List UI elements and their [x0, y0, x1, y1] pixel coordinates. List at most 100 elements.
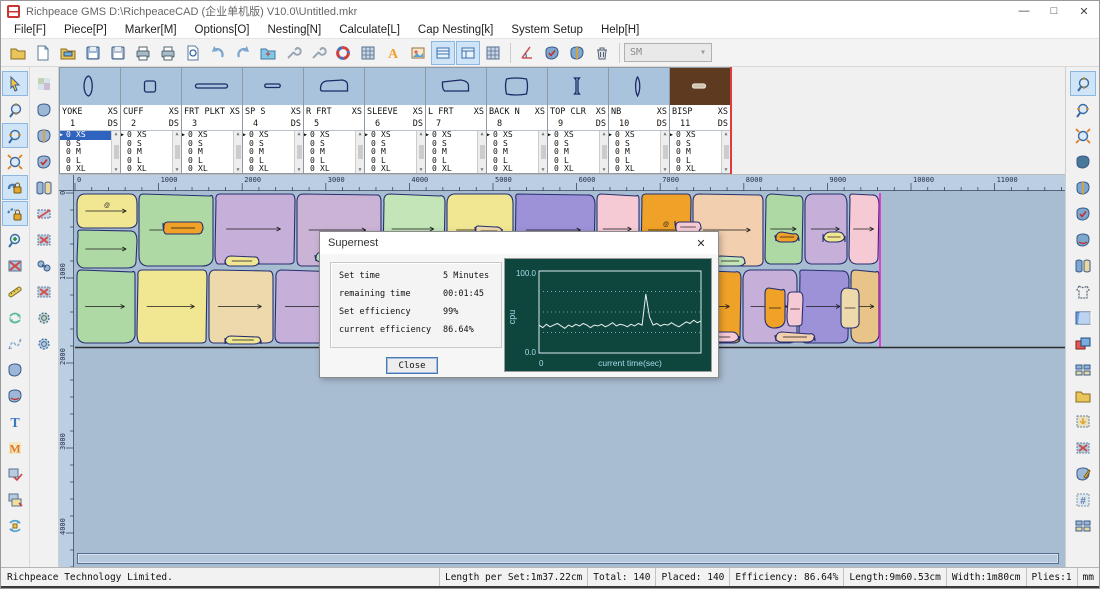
piece-drop-tool[interactable] [1070, 409, 1096, 434]
size-row-xl[interactable]: 0XL [609, 165, 660, 173]
sp-s-shape-icon[interactable] [243, 68, 303, 105]
scroll-down-icon[interactable]: ▼ [541, 167, 544, 173]
piece-list-scrollbar[interactable]: ▲▼ [416, 131, 425, 173]
size-row-xl[interactable]: 0XL [365, 165, 416, 173]
print-preview-button[interactable] [181, 41, 205, 65]
size-row-xl[interactable]: 0XL [548, 165, 599, 173]
scroll-up-icon[interactable]: ▲ [602, 131, 605, 137]
scroll-up-icon[interactable]: ▲ [114, 131, 117, 137]
scroll-up-icon[interactable]: ▲ [419, 131, 422, 137]
layers-tool[interactable] [1070, 331, 1096, 356]
zoom-full-tool[interactable] [1070, 123, 1096, 148]
blend-view-tool[interactable] [31, 71, 57, 96]
piece-split-button[interactable] [565, 41, 589, 65]
cuff-shape-icon[interactable] [121, 68, 181, 105]
scroll-down-icon[interactable]: ▼ [114, 167, 117, 173]
menu-nesting[interactable]: Nesting[N] [259, 21, 331, 39]
piece-column-sp-s[interactable]: SP SXS4DS▶0XS0S0M0L0XL▲▼ [242, 67, 303, 174]
undo-button[interactable] [206, 41, 230, 65]
size-row-xl[interactable]: 0XL [304, 165, 355, 173]
scroll-down-icon[interactable]: ▼ [724, 167, 727, 173]
supernest-dialog-titlebar[interactable]: Supernest ✕ [320, 232, 718, 254]
piece-list-scrollbar[interactable]: ▲▼ [355, 131, 364, 173]
scroll-down-icon[interactable]: ▼ [236, 167, 239, 173]
menu-options[interactable]: Options[O] [186, 21, 259, 39]
piece-list-scrollbar[interactable]: ▲▼ [721, 131, 730, 173]
piece-column-back-n[interactable]: BACK NXS8▶0XS0S0M0L0XL▲▼ [486, 67, 547, 174]
size-row-xl[interactable]: 0XL [182, 165, 233, 173]
piece-column-top-clr[interactable]: TOP CLRXS9DS▶0XS0S0M0L0XL▲▼ [547, 67, 608, 174]
marker-name-tool[interactable]: M [2, 435, 28, 460]
text-piece-tool[interactable]: T [2, 409, 28, 434]
nb-shape-icon[interactable] [609, 68, 669, 105]
piece-tag-tool[interactable] [31, 97, 57, 122]
piece-flag-tool[interactable] [1070, 201, 1096, 226]
curve-tool[interactable] [2, 331, 28, 356]
system-tools-button[interactable] [306, 41, 330, 65]
piece-list-scrollbar[interactable]: ▲▼ [233, 131, 242, 173]
rotate-pair-tool[interactable] [2, 305, 28, 330]
piece-column-bisp[interactable]: BISPXS11DS▶0XS0S0M0L0XL▲▼ [669, 67, 730, 174]
scroll-up-icon[interactable]: ▲ [175, 131, 178, 137]
scroll-down-icon[interactable]: ▼ [358, 167, 361, 173]
piece-list-scrollbar[interactable]: ▲▼ [111, 131, 120, 173]
piece-column-l-frt[interactable]: L FRTXS7▶0XS0S0M0L0XL▲▼ [425, 67, 486, 174]
menu-piece[interactable]: Piece[P] [55, 21, 116, 39]
grid-hash-tool[interactable]: # [1070, 487, 1096, 512]
text-button[interactable]: A [381, 41, 405, 65]
zoom-area-tool[interactable] [2, 123, 28, 148]
size-row-xl[interactable]: 0XL [243, 165, 294, 173]
select-tool[interactable] [2, 71, 28, 96]
piece-list-scrollbar[interactable]: ▲▼ [599, 131, 608, 173]
piece-list-scrollbar[interactable]: ▲▼ [477, 131, 486, 173]
zoom-range-tool[interactable] [2, 97, 28, 122]
menu-file[interactable]: File[F] [5, 21, 55, 39]
marker-table-button[interactable] [356, 41, 380, 65]
rect-confirm-tool[interactable] [2, 461, 28, 486]
piece-column-cuff[interactable]: CUFFXS2DS▶0XS0S0M0L0XL▲▼ [120, 67, 181, 174]
piece-couple-tool[interactable] [2, 357, 28, 382]
folder-layout-tool[interactable] [1070, 383, 1096, 408]
size-dropdown[interactable]: SM▾ [624, 43, 712, 62]
size-row-xl[interactable]: 0XL [121, 165, 172, 173]
scroll-up-icon[interactable]: ▲ [358, 131, 361, 137]
piece-plan-tool[interactable] [1070, 513, 1096, 538]
open-marker-button[interactable] [6, 41, 30, 65]
save-layout-button[interactable] [106, 41, 130, 65]
piece-chain-x-tool[interactable] [31, 279, 57, 304]
r-frt-shape-icon[interactable] [304, 68, 364, 105]
sleeve-shape-icon[interactable] [365, 68, 425, 105]
scroll-down-icon[interactable]: ▼ [297, 167, 300, 173]
measure-tool[interactable] [2, 279, 28, 304]
bisp-shape-icon[interactable] [670, 68, 730, 105]
back-shape-icon[interactable] [487, 68, 547, 105]
piece-tag-one-tool[interactable] [31, 149, 57, 174]
piece-slash-x-tool[interactable] [31, 227, 57, 252]
minimize-button[interactable]: — [1009, 1, 1039, 21]
zoom-piece-alt-tool[interactable] [31, 331, 57, 356]
zoom-in-tool[interactable] [2, 227, 28, 252]
scroll-up-icon[interactable]: ▲ [480, 131, 483, 137]
piece-column-frt-plkt[interactable]: FRT PLKTXS3▶0XS0S0M0L0XL▲▼ [181, 67, 242, 174]
menu-cap-nesting[interactable]: Cap Nesting[k] [409, 21, 502, 39]
piece-squeeze-tool[interactable] [31, 175, 57, 200]
size-row-xl[interactable]: 0XL [487, 165, 538, 173]
piece-slash-tool[interactable] [31, 201, 57, 226]
scroll-down-icon[interactable]: ▼ [175, 167, 178, 173]
piece-check-button[interactable] [540, 41, 564, 65]
cycle-tool[interactable] [2, 513, 28, 538]
lock-direction-tool[interactable] [2, 175, 28, 200]
yoke-shape-icon[interactable] [60, 68, 120, 105]
piece-swap-tool[interactable] [1070, 253, 1096, 278]
delete-button[interactable] [590, 41, 614, 65]
scroll-up-icon[interactable]: ▲ [541, 131, 544, 137]
new-marker-button[interactable] [31, 41, 55, 65]
angle-measure-button[interactable] [515, 41, 539, 65]
sheet-pair-tool[interactable] [1070, 357, 1096, 382]
piece-tag-edit-tool[interactable] [31, 123, 57, 148]
piece-pen-tool[interactable] [1070, 461, 1096, 486]
piece-shade-tool[interactable] [1070, 149, 1096, 174]
piece-chain-tool[interactable] [31, 253, 57, 278]
save-button[interactable] [81, 41, 105, 65]
piece-list-scrollbar[interactable]: ▲▼ [538, 131, 547, 173]
